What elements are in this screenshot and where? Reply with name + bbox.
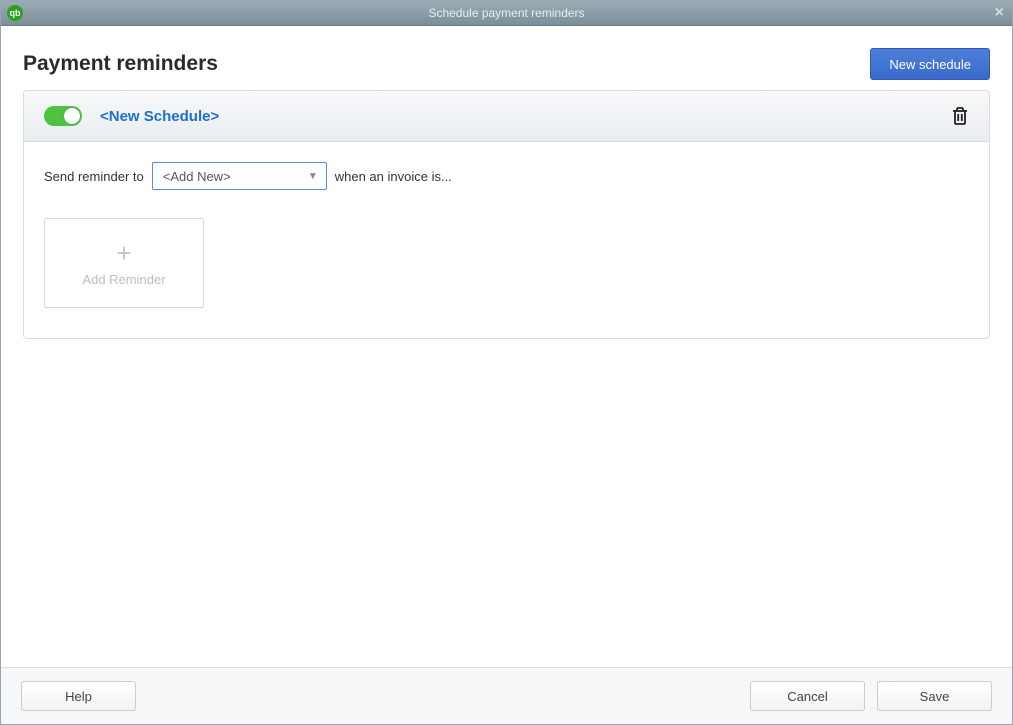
cancel-button[interactable]: Cancel bbox=[750, 681, 865, 711]
chevron-down-icon: ▼ bbox=[308, 171, 318, 182]
send-reminder-prefix-label: Send reminder to bbox=[44, 169, 144, 184]
delete-schedule-button[interactable] bbox=[951, 106, 969, 126]
help-button[interactable]: Help bbox=[21, 681, 136, 711]
add-reminder-label: Add Reminder bbox=[82, 272, 165, 287]
schedule-panel: <New Schedule> Send reminder to bbox=[23, 90, 990, 339]
dialog-footer: Help Cancel Save bbox=[1, 667, 1012, 724]
schedule-enabled-toggle[interactable] bbox=[44, 106, 82, 126]
recipient-select[interactable]: <Add New> ▼ bbox=[152, 162, 327, 190]
header-row: Payment reminders New schedule bbox=[1, 26, 1012, 90]
page-title: Payment reminders bbox=[23, 52, 218, 76]
schedule-panel-header: <New Schedule> bbox=[24, 91, 989, 142]
recipient-select-value: <Add New> bbox=[163, 169, 231, 184]
schedule-panel-body: Send reminder to <Add New> ▼ when an inv… bbox=[24, 142, 989, 338]
content-area: Payment reminders New schedule <New Sche… bbox=[1, 26, 1012, 667]
window-title: Schedule payment reminders bbox=[1, 6, 1012, 20]
new-schedule-button[interactable]: New schedule bbox=[870, 48, 990, 80]
save-button[interactable]: Save bbox=[877, 681, 992, 711]
app-logo-icon: qb bbox=[7, 5, 23, 21]
send-reminder-row: Send reminder to <Add New> ▼ when an inv… bbox=[44, 162, 969, 190]
plus-icon: + bbox=[116, 240, 131, 266]
dialog-window: qb Schedule payment reminders × Payment … bbox=[0, 0, 1013, 725]
titlebar: qb Schedule payment reminders × bbox=[1, 1, 1012, 26]
close-icon[interactable]: × bbox=[995, 5, 1004, 21]
trash-icon bbox=[951, 106, 969, 126]
send-reminder-suffix-label: when an invoice is... bbox=[335, 169, 452, 184]
schedule-name-link[interactable]: <New Schedule> bbox=[100, 108, 219, 125]
toggle-knob bbox=[64, 108, 80, 124]
add-reminder-card[interactable]: + Add Reminder bbox=[44, 218, 204, 308]
